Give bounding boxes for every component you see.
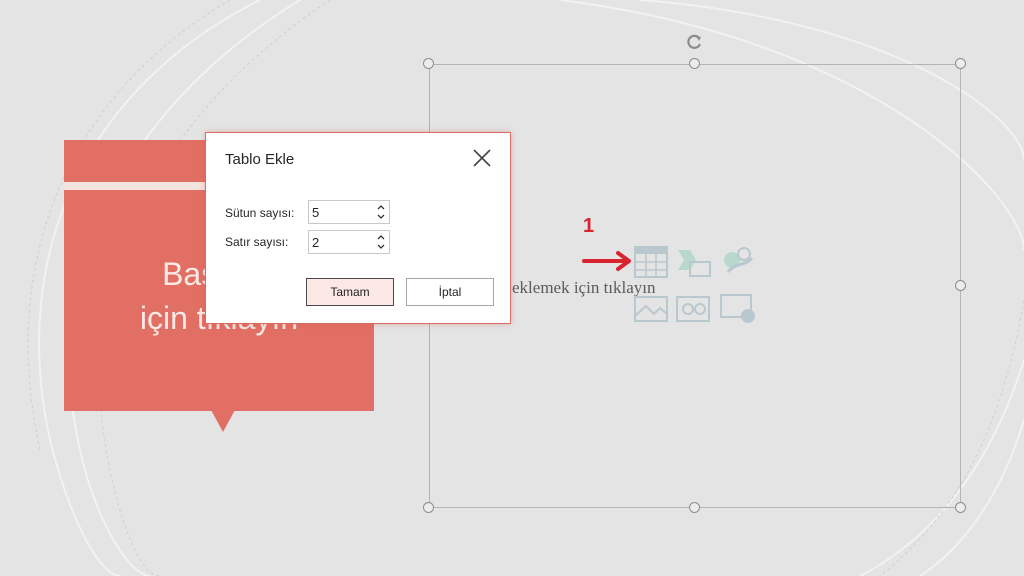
insert-picture-icon[interactable] — [634, 292, 668, 322]
online-pictures-icon[interactable] — [676, 292, 712, 322]
insert-table-dialog: Tablo Ekle Sütun sayısı: Satır sayısı: T… — [205, 132, 511, 324]
resize-handle-bottom-right[interactable] — [955, 502, 966, 513]
insert-video-icon[interactable] — [720, 292, 758, 324]
rows-input[interactable] — [309, 231, 376, 253]
rotate-handle-icon[interactable] — [686, 33, 704, 56]
columns-stepper[interactable] — [308, 200, 390, 224]
dialog-title: Tablo Ekle — [225, 151, 295, 168]
callout-pointer — [211, 410, 235, 432]
resize-handle-middle-right[interactable] — [955, 280, 966, 291]
stepper-arrows-icon[interactable] — [376, 232, 386, 252]
rows-label: Satır sayısı: — [225, 235, 289, 249]
insert-smartart-icon[interactable] — [720, 246, 756, 278]
columns-input[interactable] — [309, 201, 376, 223]
columns-label: Sütun sayısı: — [225, 206, 295, 220]
step-1-label: 1 — [583, 215, 595, 237]
step-1-arrow-icon — [582, 251, 631, 271]
stepper-arrows-icon[interactable] — [376, 202, 386, 222]
resize-handle-bottom-center[interactable] — [689, 502, 700, 513]
ok-button[interactable]: Tamam — [306, 278, 394, 306]
insert-chart-icon[interactable] — [676, 248, 712, 278]
insert-table-icon[interactable] — [634, 246, 668, 278]
resize-handle-bottom-left[interactable] — [423, 502, 434, 513]
rows-stepper[interactable] — [308, 230, 390, 254]
close-icon[interactable] — [471, 147, 493, 169]
cancel-button[interactable]: İptal — [406, 278, 494, 306]
resize-handle-top-right[interactable] — [955, 58, 966, 69]
resize-handle-top-left[interactable] — [423, 58, 434, 69]
resize-handle-top-center[interactable] — [689, 58, 700, 69]
